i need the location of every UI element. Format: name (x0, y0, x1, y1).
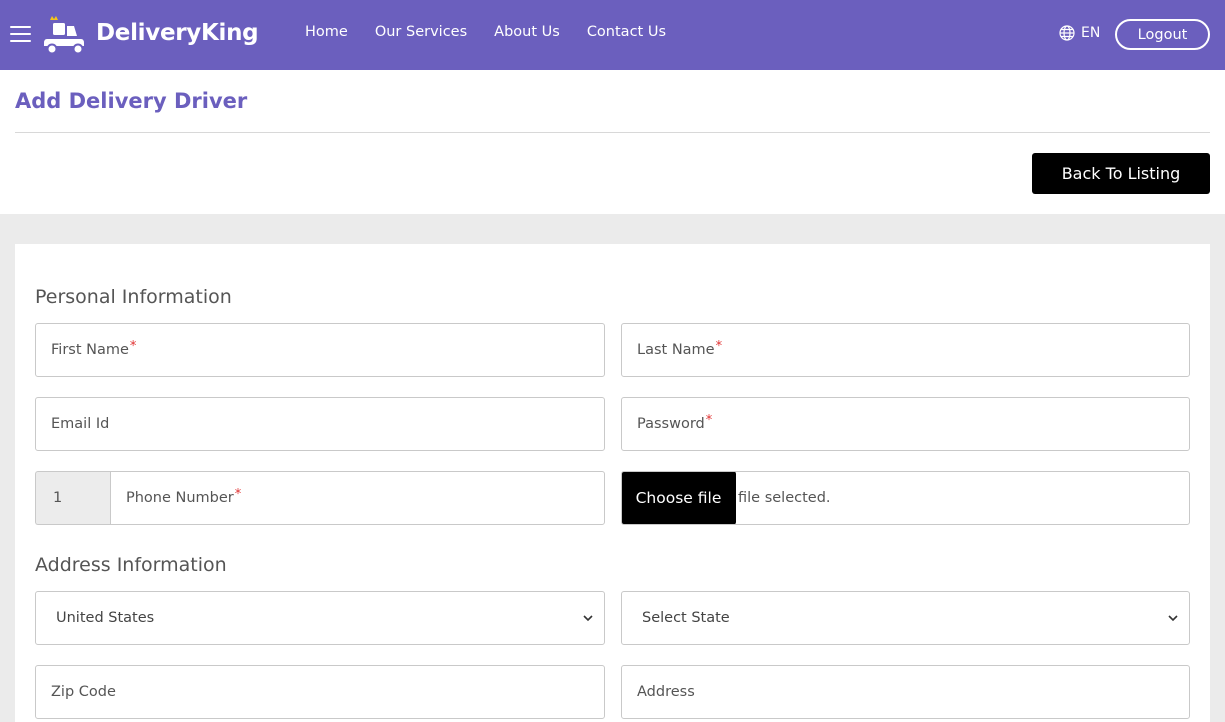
required-mark: * (234, 486, 242, 502)
country-code-field[interactable]: 1 (35, 471, 110, 525)
logout-button[interactable]: Logout (1115, 19, 1210, 50)
nav-link-home[interactable]: Home (305, 24, 348, 40)
back-to-listing-button[interactable]: Back To Listing (1032, 153, 1210, 194)
first-name-field[interactable]: First Name * (35, 323, 605, 377)
file-status: file selected. (738, 490, 831, 506)
country-select[interactable]: United States (35, 591, 605, 645)
zip-code-placeholder: Zip Code (51, 684, 116, 700)
state-placeholder: Select State (642, 610, 730, 626)
password-field[interactable]: Password * (621, 397, 1190, 451)
personal-information-heading: Personal Information (35, 286, 232, 308)
address-field[interactable]: Address (621, 665, 1190, 719)
phone-number-field[interactable]: Phone Number * (110, 471, 605, 525)
phone-number-placeholder: Phone Number (126, 490, 234, 506)
chevron-down-icon (583, 615, 593, 622)
choose-file-button[interactable]: Choose file (622, 472, 736, 524)
address-information-heading: Address Information (35, 554, 227, 576)
email-field[interactable]: Email Id (35, 397, 605, 451)
address-placeholder: Address (637, 684, 695, 700)
language-label: EN (1081, 25, 1101, 41)
last-name-field[interactable]: Last Name * (621, 323, 1190, 377)
state-select[interactable]: Select State (621, 591, 1190, 645)
email-placeholder: Email Id (51, 416, 110, 432)
required-mark: * (715, 338, 723, 354)
divider (15, 132, 1210, 133)
phone-group: 1 Phone Number * (35, 471, 605, 525)
file-upload-field: Choose file file selected. (621, 471, 1190, 525)
chevron-down-icon (1168, 615, 1178, 622)
nav-link-our-services[interactable]: Our Services (375, 24, 467, 40)
logo-icon (44, 16, 84, 55)
page-header: Add Delivery Driver Back To Listing (0, 70, 1225, 214)
menu-icon[interactable] (10, 26, 31, 43)
country-value: United States (56, 610, 155, 626)
password-placeholder: Password (637, 416, 705, 432)
driver-form-card: Personal Information First Name * Last Na… (15, 244, 1210, 722)
language-selector[interactable]: EN (1059, 25, 1100, 41)
brand-name[interactable]: DeliveryKing (96, 20, 259, 46)
top-navbar: DeliveryKing Home Our Services About Us … (0, 0, 1225, 70)
globe-icon (1059, 25, 1075, 41)
page-title: Add Delivery Driver (15, 89, 248, 113)
last-name-placeholder: Last Name (637, 342, 715, 358)
required-mark: * (705, 412, 713, 428)
nav-link-contact-us[interactable]: Contact Us (587, 24, 666, 40)
first-name-placeholder: First Name (51, 342, 129, 358)
required-mark: * (129, 338, 137, 354)
zip-code-field[interactable]: Zip Code (35, 665, 605, 719)
nav-link-about-us[interactable]: About Us (494, 24, 560, 40)
main-nav: Home Our Services About Us Contact Us (305, 24, 693, 40)
